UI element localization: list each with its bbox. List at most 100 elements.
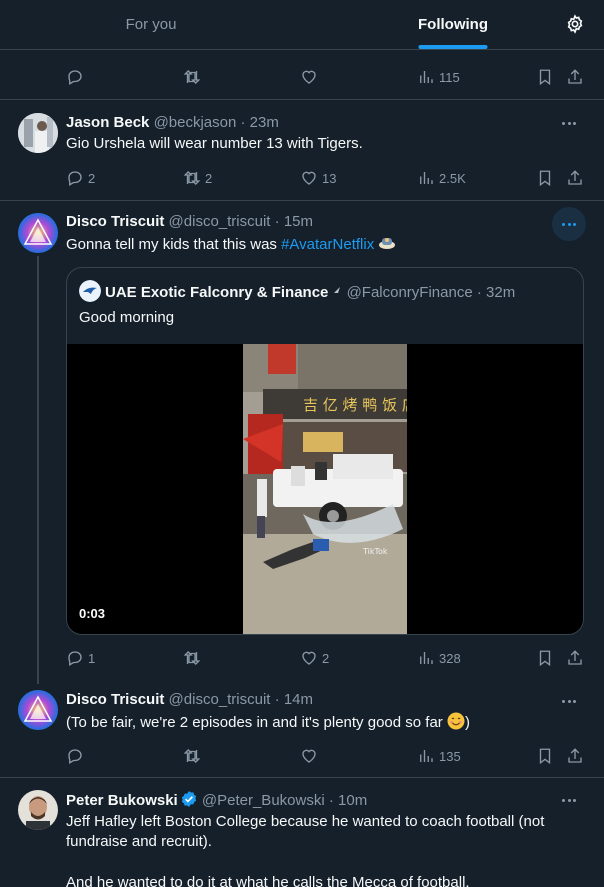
views-icon: [420, 750, 433, 762]
retweet-icon: [183, 749, 201, 763]
views-count: 135: [439, 748, 461, 764]
tweet-header: Jason Beck @beckjason · 23m: [66, 113, 279, 133]
user-handle[interactable]: @beckjason: [154, 114, 237, 131]
share-icon: [568, 69, 582, 84]
quote-user-handle[interactable]: @FalconryFinance: [347, 284, 473, 301]
display-name[interactable]: Disco Triscuit: [66, 691, 164, 708]
video-duration: 0:03: [79, 606, 106, 621]
reply-button[interactable]: [66, 68, 84, 86]
tweet-text-end: ): [464, 714, 470, 731]
avatar[interactable]: [18, 690, 58, 730]
share-icon: [568, 170, 582, 185]
display-name[interactable]: Peter Bukowski: [66, 792, 178, 809]
reply-button[interactable]: 1: [66, 649, 95, 667]
reply-button[interactable]: 2: [66, 169, 95, 187]
like-count: 13: [322, 170, 337, 186]
user-handle[interactable]: @disco_triscuit: [169, 213, 271, 230]
bookmark-button[interactable]: [536, 68, 554, 86]
quote-header: UAE Exotic Falconry & Finance @FalconryF…: [79, 280, 515, 305]
bookmark-icon: [539, 650, 551, 667]
like-icon: [302, 70, 316, 84]
reply-icon: [68, 70, 82, 85]
like-button[interactable]: 13: [300, 169, 336, 187]
user-handle[interactable]: @disco_triscuit: [169, 691, 271, 708]
retweet-icon: [183, 651, 201, 665]
retweet-button[interactable]: [183, 68, 201, 86]
tweet-text: (To be fair, we're 2 episodes in and it'…: [66, 712, 576, 736]
tab-following-label: Following: [418, 16, 488, 33]
bookmark-icon: [539, 170, 551, 187]
views-button[interactable]: 135: [417, 747, 461, 765]
share-button[interactable]: [566, 169, 584, 187]
hashtag-link[interactable]: #AvatarNetflix: [281, 236, 374, 253]
more-icon: [562, 798, 576, 802]
share-button[interactable]: [566, 649, 584, 667]
like-count: 2: [322, 650, 330, 666]
tweet-time[interactable]: · 23m: [241, 114, 279, 131]
bookmark-icon: [539, 69, 551, 86]
like-button[interactable]: 2: [300, 649, 329, 667]
bookmark-button[interactable]: [536, 747, 554, 765]
tweet-text: Gonna tell my kids that this was #Avatar…: [66, 234, 576, 258]
retweet-count: 2: [205, 170, 213, 186]
verified-badge-icon: [180, 790, 198, 814]
tweet-text-content: (To be fair, we're 2 episodes in and it'…: [66, 714, 443, 731]
views-icon: [420, 652, 433, 664]
quote-tweet-card[interactable]: UAE Exotic Falconry & Finance @FalconryF…: [66, 267, 584, 635]
bookmark-button[interactable]: [536, 649, 554, 667]
retweet-button[interactable]: [183, 649, 201, 667]
retweet-icon: [183, 171, 201, 185]
tweet-time[interactable]: · 10m: [329, 792, 367, 809]
tab-for-you[interactable]: For you: [0, 0, 302, 49]
video-thumbnail: 吉 亿 烤 鸭 饭 店 TikTok: [243, 344, 407, 634]
reply-count: 1: [88, 650, 96, 666]
tweet-time[interactable]: · 15m: [275, 213, 313, 230]
top-tweet-actions: 115: [66, 66, 586, 88]
tweet-text-content: Gonna tell my kids that this was: [66, 236, 282, 253]
views-button[interactable]: 328: [417, 649, 461, 667]
reply-icon: [68, 749, 82, 764]
like-icon: [302, 651, 316, 665]
reply-button[interactable]: [66, 747, 84, 765]
like-button[interactable]: [300, 747, 318, 765]
views-count: 115: [439, 69, 460, 85]
tweet-actions: 135: [66, 745, 586, 767]
retweet-button[interactable]: [183, 747, 201, 765]
views-count: 328: [439, 650, 461, 666]
settings-gear-icon[interactable]: [564, 13, 586, 35]
tweet-time[interactable]: · 14m: [275, 691, 313, 708]
more-icon: [562, 699, 576, 703]
share-button[interactable]: [566, 747, 584, 765]
retweet-icon: [183, 70, 201, 84]
reply-icon: [68, 651, 82, 666]
active-tab-indicator: [418, 45, 488, 49]
smiling-face-emoji-icon: [447, 712, 465, 736]
avatar[interactable]: [18, 213, 58, 253]
share-button[interactable]: [566, 68, 584, 86]
video-player[interactable]: 吉 亿 烤 鸭 饭 店 TikTok 0:03: [67, 344, 583, 634]
tab-following[interactable]: Following: [302, 0, 604, 49]
tweet-header: Disco Triscuit @disco_triscuit · 15m: [66, 212, 313, 232]
display-name[interactable]: Jason Beck: [66, 114, 149, 131]
views-button[interactable]: 115: [417, 68, 460, 86]
like-icon: [302, 171, 316, 185]
tweet-header: Peter Bukowski @Peter_Bukowski · 10m: [66, 790, 367, 814]
quote-tweet-time[interactable]: · 32m: [477, 284, 515, 301]
display-name[interactable]: Disco Triscuit: [66, 213, 164, 230]
user-handle[interactable]: @Peter_Bukowski: [202, 792, 325, 809]
quote-display-name[interactable]: UAE Exotic Falconry & Finance: [105, 284, 328, 301]
views-icon: [420, 172, 433, 184]
tweet-header: Disco Triscuit @disco_triscuit · 14m: [66, 690, 313, 710]
quote-tweet-text: Good morning: [79, 309, 175, 326]
share-icon: [568, 748, 582, 763]
avatar[interactable]: [18, 790, 58, 830]
quote-avatar[interactable]: [79, 280, 101, 302]
timeline-tabs: For you Following: [0, 0, 604, 50]
avatar[interactable]: [18, 113, 58, 153]
more-icon: [562, 222, 576, 226]
like-button[interactable]: [300, 68, 318, 86]
retweet-button[interactable]: 2: [183, 169, 212, 187]
views-button[interactable]: 2.5K: [417, 169, 466, 187]
bookmark-button[interactable]: [536, 169, 554, 187]
tweet-actions: 1 2 328: [66, 647, 586, 669]
